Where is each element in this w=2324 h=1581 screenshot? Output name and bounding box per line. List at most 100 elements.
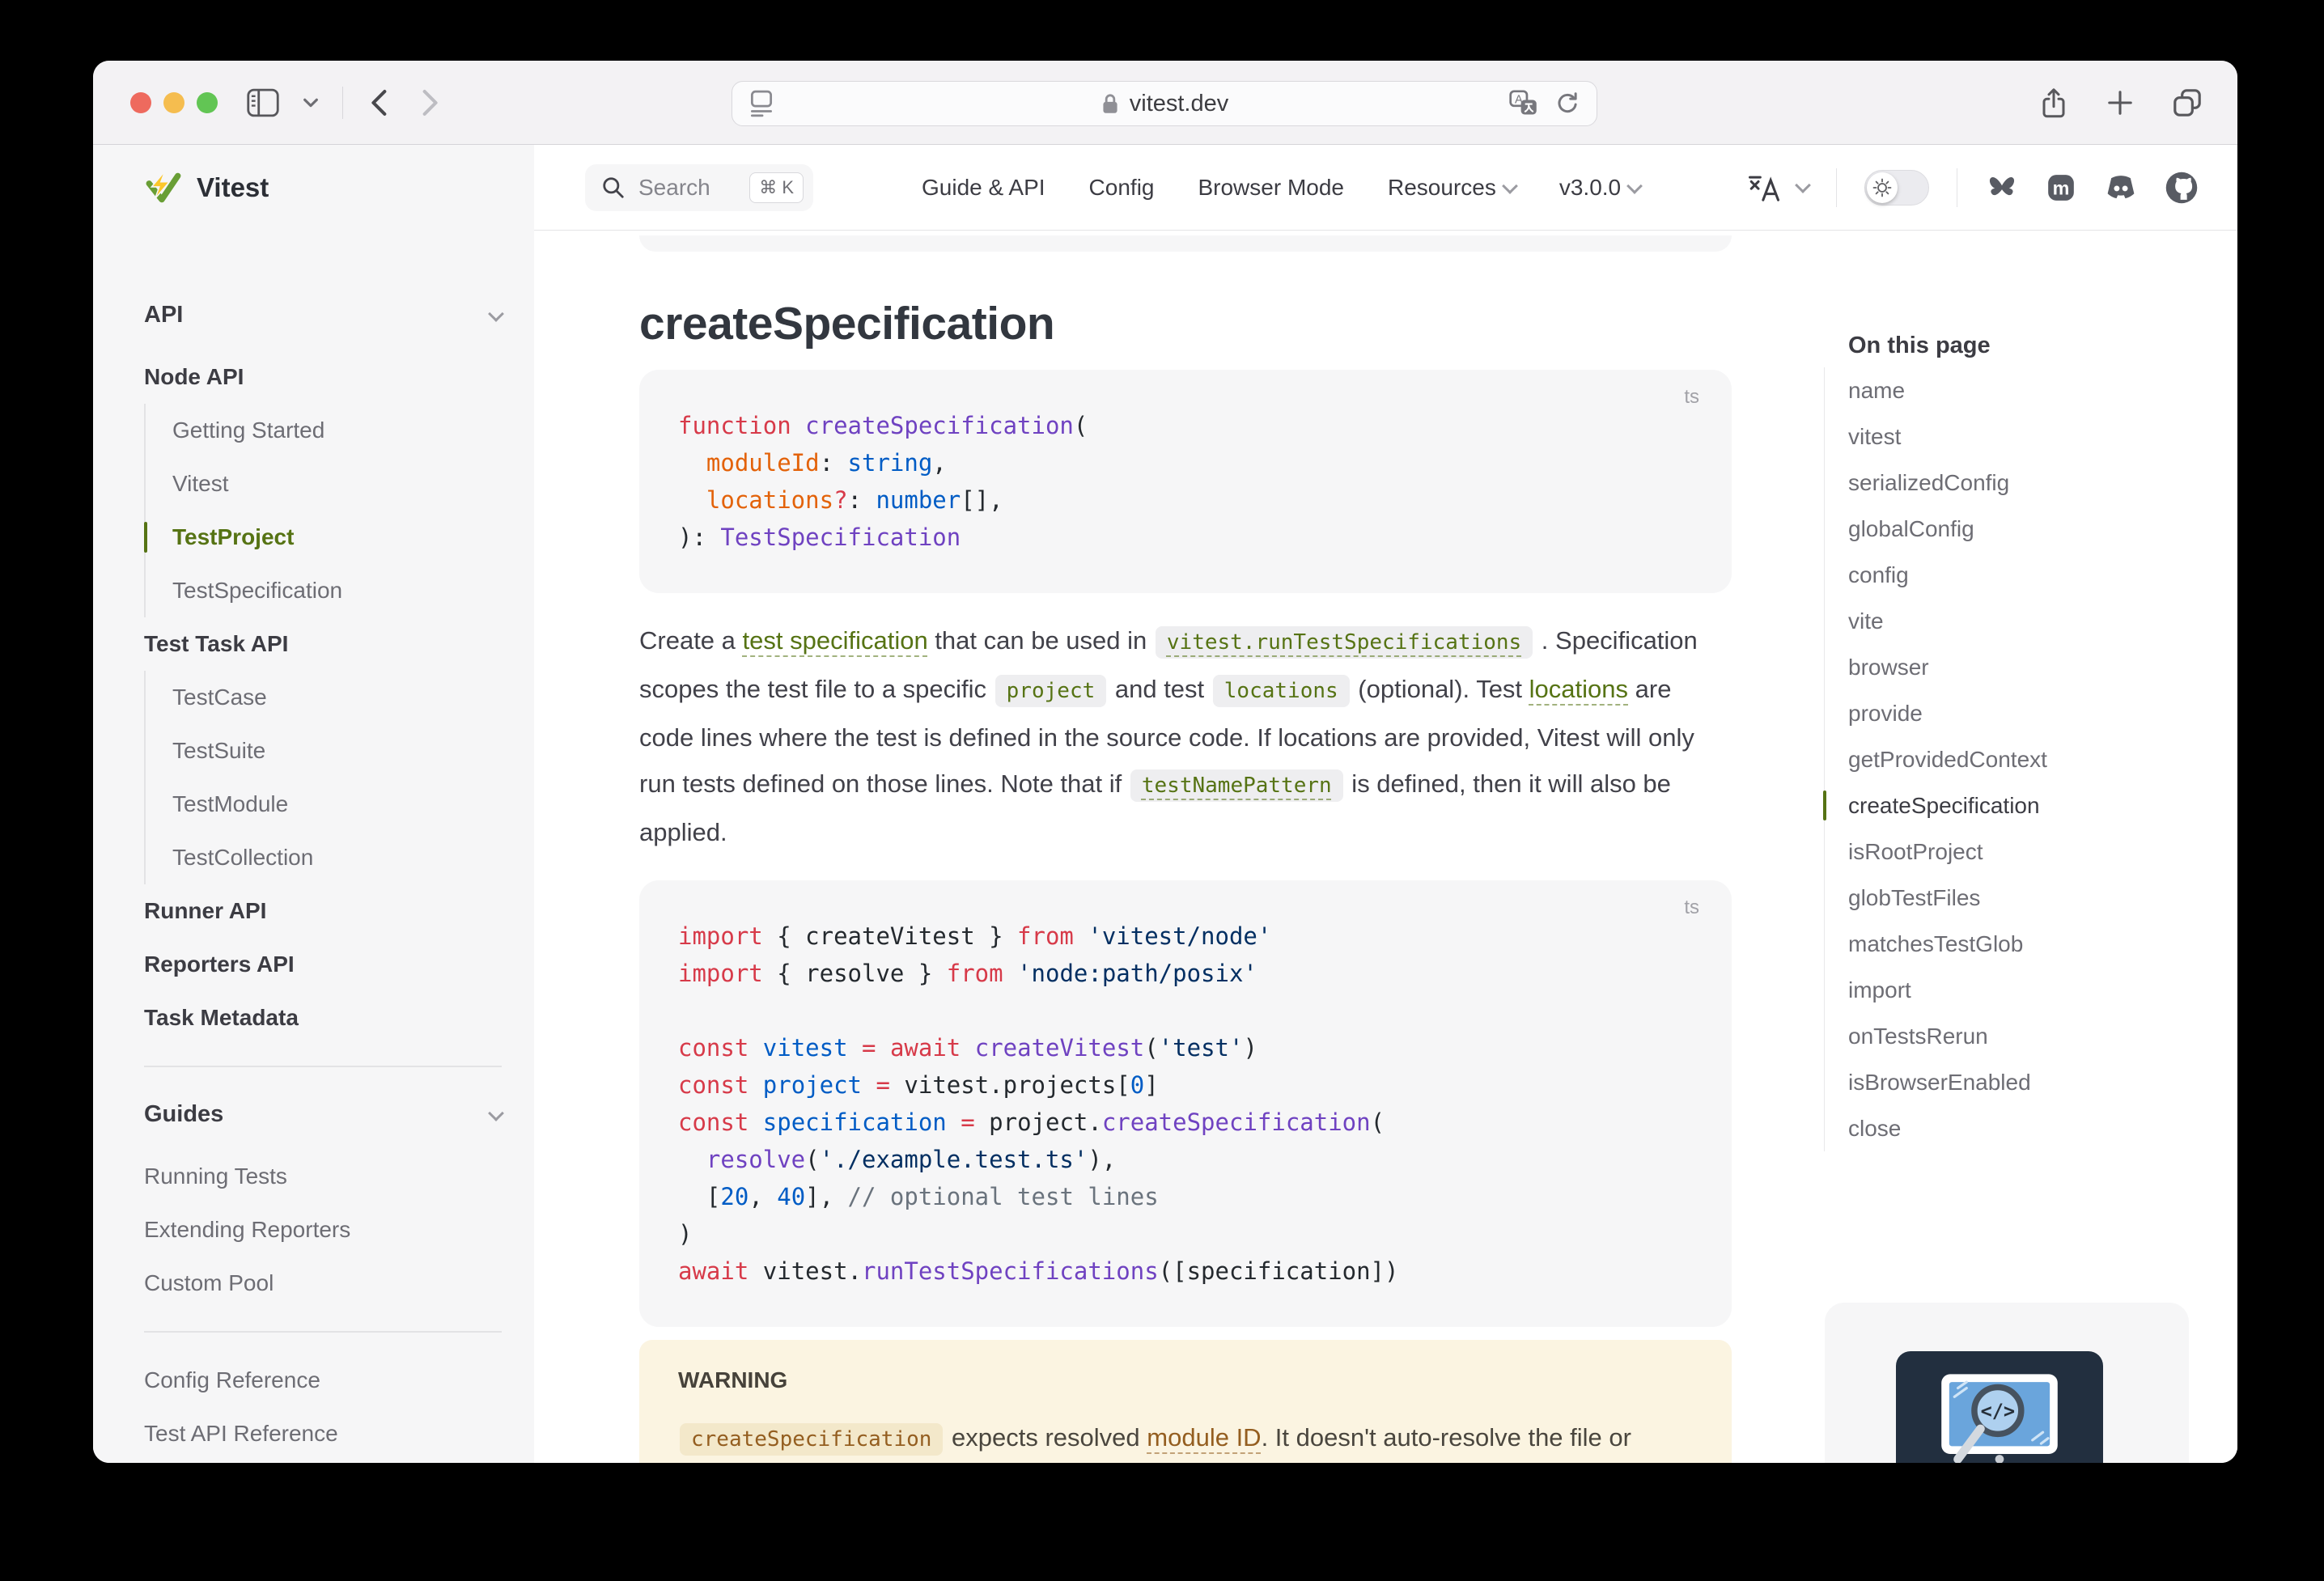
sidebar-item[interactable]: TestSpecification — [172, 564, 502, 617]
outline-item[interactable]: onTestsRerun — [1848, 1013, 2237, 1059]
outline-item[interactable]: vite — [1848, 598, 2237, 644]
reload-icon[interactable] — [1554, 91, 1580, 117]
inline-code-link[interactable]: vitest.runTestSpecifications — [1156, 626, 1533, 659]
discord-icon[interactable] — [2103, 172, 2139, 204]
sidebar-item[interactable]: Extending Reporters — [144, 1203, 502, 1257]
text-run: and test — [1108, 675, 1211, 703]
top-nav-link[interactable]: Config — [1089, 175, 1155, 201]
inline-code[interactable]: locations — [1213, 675, 1350, 707]
language-icon[interactable] — [1747, 172, 1809, 203]
code-line: ) — [678, 1215, 1693, 1253]
sidebar-item[interactable]: TestProject — [172, 511, 502, 564]
new-tab-button[interactable] — [2106, 88, 2135, 117]
vitest-docs-site: Vitest APINode APIGetting StartedVitestT… — [93, 145, 2237, 1463]
sidebar-item[interactable]: TestCollection — [172, 831, 502, 884]
sidebar-subitems: Getting StartedVitestTestProjectTestSpec… — [144, 404, 502, 617]
code-lang-badge: ts — [1684, 896, 1699, 919]
outline-item[interactable]: getProvidedContext — [1848, 736, 2237, 782]
inline-code-link[interactable]: testNamePattern — [1130, 769, 1343, 802]
chevron-down-icon[interactable] — [302, 95, 320, 111]
theme-toggle-knob — [1867, 172, 1898, 203]
sidebar-item[interactable]: TestCase — [172, 671, 502, 724]
sidebar-item[interactable]: Test API Reference — [144, 1407, 502, 1460]
outline-item[interactable]: provide — [1848, 690, 2237, 736]
sidebar-item[interactable]: Node API — [144, 350, 502, 404]
inline-link[interactable]: test specification — [743, 626, 928, 655]
code-line: const project = vitest.projects[0] — [678, 1066, 1693, 1104]
forward-button[interactable] — [416, 87, 443, 118]
outline-item[interactable]: import — [1848, 967, 2237, 1013]
sidebar-group-title[interactable]: API — [144, 289, 502, 341]
sidebar-item[interactable]: Reporters API — [144, 938, 502, 991]
inline-code: createSpecification — [680, 1423, 943, 1456]
window-controls — [130, 92, 218, 113]
outline-item[interactable]: close — [1848, 1105, 2237, 1151]
sidebar-item[interactable]: Getting Started — [172, 404, 502, 457]
sidebar-item[interactable]: Test Task API — [144, 617, 502, 671]
sidebar-item[interactable]: Config Reference — [144, 1354, 502, 1407]
search-button[interactable]: Search ⌘ K — [585, 164, 813, 211]
outline-item[interactable]: vitest — [1848, 413, 2237, 460]
outline-item[interactable]: createSpecification — [1848, 782, 2237, 829]
svg-text:m: m — [2053, 177, 2070, 198]
outline-items: namevitestserializedConfigglobalConfigco… — [1824, 367, 2237, 1151]
zoom-window-button[interactable] — [197, 92, 218, 113]
close-window-button[interactable] — [130, 92, 151, 113]
sidebar-item[interactable]: Running Tests — [144, 1150, 502, 1203]
sidebar-item[interactable]: Custom Pool — [144, 1257, 502, 1310]
sidebar-item[interactable]: TestModule — [172, 778, 502, 831]
address-bar[interactable]: vitest.dev A — [732, 81, 1597, 126]
top-nav-link[interactable]: Guide & API — [922, 175, 1045, 201]
outline-title: On this page — [1824, 333, 2237, 359]
top-nav-link[interactable]: Browser Mode — [1198, 175, 1344, 201]
site-logo[interactable]: Vitest — [93, 145, 534, 231]
sidebar-divider — [144, 1331, 502, 1333]
outline-item[interactable]: browser — [1848, 644, 2237, 690]
outline-item[interactable]: serializedConfig — [1848, 460, 2237, 506]
outline-item[interactable]: isRootProject — [1848, 829, 2237, 875]
page-title: createSpecification — [639, 297, 1732, 350]
ad-card[interactable]: </> — [1825, 1303, 2189, 1463]
previous-code-block-remnant — [639, 235, 1732, 252]
sidebar-item[interactable]: Vitest — [172, 457, 502, 511]
sidebar-divider — [144, 1066, 502, 1067]
top-nav-link[interactable]: v3.0.0 — [1559, 175, 1640, 201]
ad-image: </> — [1896, 1351, 2103, 1463]
theme-toggle[interactable] — [1864, 170, 1929, 206]
outline-item[interactable]: globTestFiles — [1848, 875, 2237, 921]
inline-code[interactable]: project — [995, 675, 1107, 707]
bluesky-icon[interactable] — [1985, 172, 2019, 203]
sidebar-group-label: API — [144, 302, 183, 328]
top-nav-label: v3.0.0 — [1559, 175, 1621, 201]
example-code-block[interactable]: ts import { createVitest } from 'vitest/… — [639, 880, 1732, 1327]
outline-item[interactable]: name — [1848, 367, 2237, 413]
translate-icon[interactable]: A — [1509, 90, 1538, 117]
sun-icon — [1872, 177, 1893, 198]
social-links: m — [1985, 171, 2199, 205]
top-nav-link[interactable]: Resources — [1388, 175, 1516, 201]
inline-link[interactable]: locations — [1529, 675, 1628, 703]
outline-item[interactable]: config — [1848, 552, 2237, 598]
code-line: import { createVitest } from 'vitest/nod… — [678, 918, 1693, 955]
outline-item[interactable]: matchesTestGlob — [1848, 921, 2237, 967]
minimize-window-button[interactable] — [163, 92, 184, 113]
mastodon-icon[interactable]: m — [2045, 172, 2077, 204]
inline-link[interactable]: module ID — [1147, 1423, 1261, 1452]
lock-icon — [1101, 91, 1120, 116]
sidebar-item[interactable]: Task Metadata — [144, 991, 502, 1045]
signature-code-block[interactable]: ts function createSpecification( moduleI… — [639, 370, 1732, 593]
code-line: locations?: number[], — [678, 481, 1693, 519]
back-button[interactable] — [366, 87, 393, 118]
outline-item[interactable]: isBrowserEnabled — [1848, 1059, 2237, 1105]
github-icon[interactable] — [2165, 171, 2199, 205]
url-text[interactable]: vitest.dev — [1130, 91, 1229, 117]
code-line — [678, 992, 1693, 1029]
sidebar-toggle-button[interactable] — [247, 88, 279, 117]
sidebar-item[interactable]: Runner API — [144, 884, 502, 938]
top-nav-label: Resources — [1388, 175, 1496, 201]
sidebar-group-title[interactable]: Guides — [144, 1088, 502, 1140]
outline-item[interactable]: globalConfig — [1848, 506, 2237, 552]
sidebar-item[interactable]: TestSuite — [172, 724, 502, 778]
tabs-overview-button[interactable] — [2172, 87, 2203, 118]
share-button[interactable] — [2039, 86, 2068, 120]
